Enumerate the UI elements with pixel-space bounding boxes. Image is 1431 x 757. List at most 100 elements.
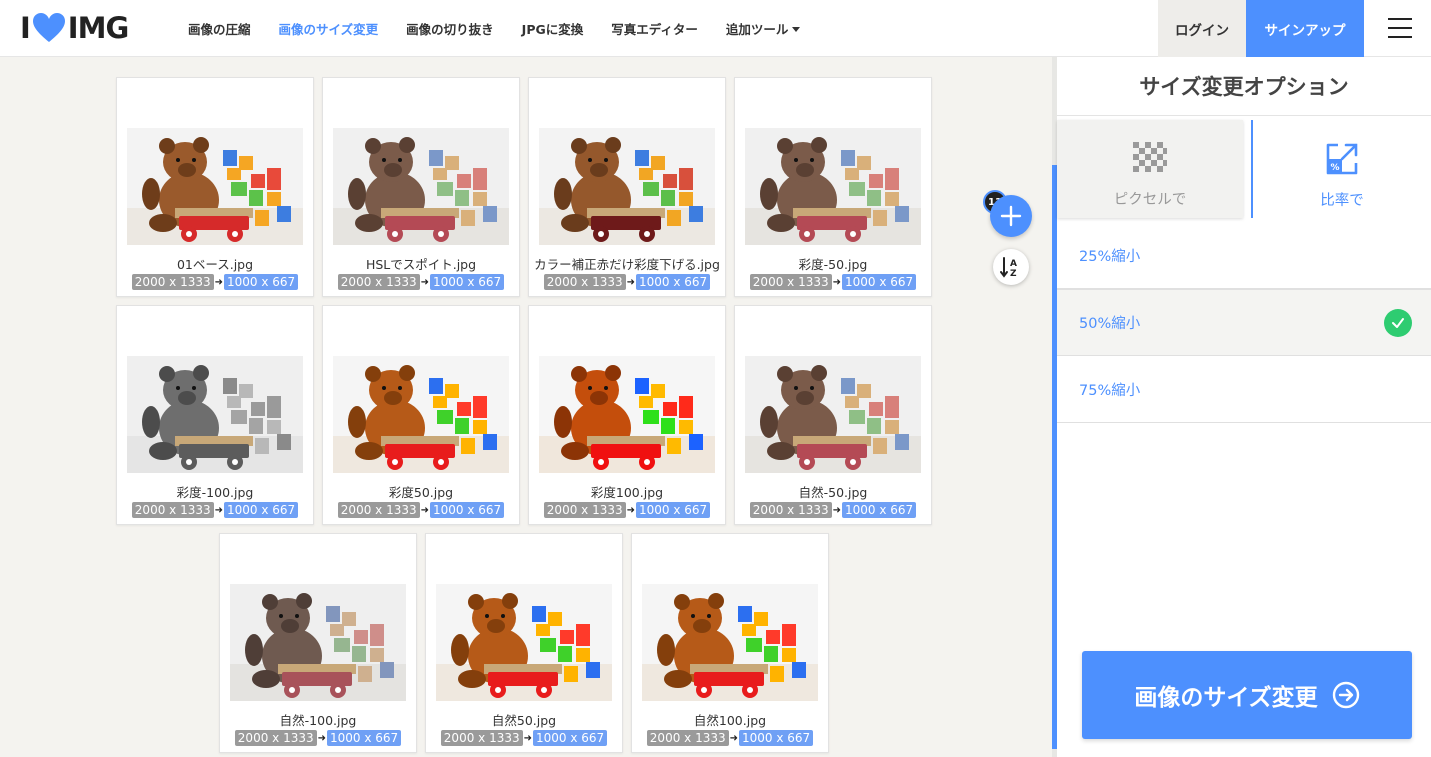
file-name: 自然100.jpg (693, 713, 767, 728)
heart-logo-icon (32, 13, 65, 42)
original-dimensions: 2000 x 1333 (337, 502, 420, 518)
file-card[interactable]: 自然50.jpg 2000 x 1333 ➜ 1000 x 667 (425, 533, 623, 753)
file-card[interactable]: 彩度-50.jpg 2000 x 1333 ➜ 1000 x 667 (734, 77, 932, 297)
new-dimensions: 1000 x 667 (224, 502, 299, 518)
file-name: 彩度50.jpg (388, 485, 454, 500)
new-dimensions: 1000 x 667 (430, 274, 505, 290)
original-dimensions: 2000 x 1333 (131, 502, 214, 518)
file-card[interactable]: 彩度-100.jpg 2000 x 1333 ➜ 1000 x 667 (116, 305, 314, 525)
arrow-right-icon: ➜ (832, 276, 841, 288)
new-dimensions: 1000 x 667 (842, 274, 917, 290)
original-dimensions: 2000 x 1333 (749, 502, 832, 518)
file-card[interactable]: 01ベース.jpg 2000 x 1333 ➜ 1000 x 667 (116, 77, 314, 297)
nav-more-tools[interactable]: 追加ツール (726, 19, 801, 38)
arrow-right-icon: ➜ (729, 732, 738, 744)
arrow-right-circle-icon (1332, 681, 1359, 709)
image-thumbnail (127, 356, 303, 473)
file-name: 彩度100.jpg (590, 485, 664, 500)
checkmark-icon (1384, 309, 1412, 337)
new-dimensions: 1000 x 667 (430, 502, 505, 518)
logo[interactable]: I IMG (20, 11, 129, 45)
sort-az-button[interactable]: A Z (993, 249, 1029, 285)
hamburger-menu-icon[interactable] (1388, 18, 1412, 38)
new-dimensions: 1000 x 667 (636, 274, 711, 290)
image-thumbnail (642, 584, 818, 701)
sort-az-icon: A Z (1000, 257, 1017, 279)
nav-resize[interactable]: 画像のサイズ変更 (279, 19, 379, 38)
new-dimensions: 1000 x 667 (636, 502, 711, 518)
image-thumbnail (333, 128, 509, 245)
new-dimensions: 1000 x 667 (739, 730, 814, 746)
nav-convert-jpg[interactable]: JPGに変換 (522, 19, 584, 38)
nav-crop[interactable]: 画像の切り抜き (406, 19, 494, 38)
file-card[interactable]: 自然100.jpg 2000 x 1333 ➜ 1000 x 667 (631, 533, 829, 753)
mode-by-pixels-label: ピクセルで (1113, 192, 1187, 208)
plus-icon (1000, 205, 1022, 227)
image-thumbnail (745, 128, 921, 245)
original-dimensions: 2000 x 1333 (337, 274, 420, 290)
file-workspace: 11 A Z 01ベース.jpg2000 x 1333➜1000 x 667HS… (0, 57, 1052, 757)
file-card[interactable]: 自然-100.jpg 2000 x 1333 ➜ 1000 x 667 (219, 533, 417, 753)
resize-images-button[interactable]: 画像のサイズ変更 (1082, 651, 1412, 739)
logo-text-right: IMG (67, 11, 129, 45)
dimensions: 2000 x 1333 ➜ 1000 x 667 (529, 274, 725, 290)
arrow-right-icon: ➜ (317, 732, 326, 744)
panel-title: サイズ変更オプション (1057, 57, 1431, 116)
mode-by-percentage[interactable]: % 比率で (1251, 120, 1431, 218)
logo-text-left: I (20, 11, 31, 45)
dimensions: 2000 x 1333 ➜ 1000 x 667 (735, 274, 931, 290)
file-card[interactable]: 自然-50.jpg 2000 x 1333 ➜ 1000 x 667 (734, 305, 932, 525)
file-card[interactable]: HSLでスポイト.jpg 2000 x 1333 ➜ 1000 x 667 (322, 77, 520, 297)
caret-down-icon (792, 27, 801, 32)
original-dimensions: 2000 x 1333 (543, 274, 626, 290)
nav-more-tools-label: 追加ツール (725, 22, 789, 37)
file-card[interactable]: 彩度50.jpg 2000 x 1333 ➜ 1000 x 667 (322, 305, 520, 525)
file-name: HSLでスポイト.jpg (365, 257, 477, 272)
svg-text:Z: Z (1010, 269, 1017, 279)
original-dimensions: 2000 x 1333 (749, 274, 832, 290)
dimensions: 2000 x 1333 ➜ 1000 x 667 (323, 274, 519, 290)
new-dimensions: 1000 x 667 (533, 730, 608, 746)
new-dimensions: 1000 x 667 (842, 502, 917, 518)
arrow-right-icon: ➜ (523, 732, 532, 744)
options-panel: サイズ変更オプション ピクセルで % 比率で 25%縮小 50%縮小 75%縮小… (1057, 57, 1431, 757)
arrow-right-icon: ➜ (420, 504, 429, 516)
original-dimensions: 2000 x 1333 (646, 730, 729, 746)
option-75-label: 75%縮小 (1079, 382, 1141, 399)
arrow-right-icon: ➜ (214, 504, 223, 516)
dimensions: 2000 x 1333 ➜ 1000 x 667 (220, 730, 416, 746)
add-files-button[interactable] (990, 195, 1032, 237)
signup-button[interactable]: サインアップ (1246, 0, 1364, 57)
file-name: 彩度-100.jpg (176, 485, 254, 500)
file-name: 01ベース.jpg (176, 257, 254, 272)
option-75-percent[interactable]: 75%縮小 (1057, 356, 1431, 423)
new-dimensions: 1000 x 667 (224, 274, 299, 290)
option-25-percent[interactable]: 25%縮小 (1057, 222, 1431, 289)
svg-text:A: A (1010, 259, 1017, 269)
dimensions: 2000 x 1333 ➜ 1000 x 667 (323, 502, 519, 518)
dimensions: 2000 x 1333 ➜ 1000 x 667 (117, 274, 313, 290)
dimensions: 2000 x 1333 ➜ 1000 x 667 (632, 730, 828, 746)
file-name: 自然-50.jpg (798, 485, 868, 500)
arrow-right-icon: ➜ (420, 276, 429, 288)
option-50-label: 50%縮小 (1079, 316, 1141, 332)
dimensions: 2000 x 1333 ➜ 1000 x 667 (529, 502, 725, 518)
arrow-right-icon: ➜ (626, 276, 635, 288)
image-thumbnail (539, 128, 715, 245)
original-dimensions: 2000 x 1333 (440, 730, 523, 746)
image-thumbnail (436, 584, 612, 701)
mode-by-pixels[interactable]: ピクセルで (1057, 120, 1243, 218)
file-card[interactable]: カラー補正赤だけ彩度下げる.jpg 2000 x 1333 ➜ 1000 x 667 (528, 77, 726, 297)
original-dimensions: 2000 x 1333 (131, 274, 214, 290)
file-card[interactable]: 彩度100.jpg 2000 x 1333 ➜ 1000 x 667 (528, 305, 726, 525)
percentage-resize-icon: % (1326, 143, 1358, 175)
file-name: 自然-100.jpg (279, 713, 357, 728)
nav-compress[interactable]: 画像の圧縮 (188, 19, 251, 38)
login-button[interactable]: ログイン (1158, 0, 1246, 57)
option-50-percent[interactable]: 50%縮小 (1057, 289, 1431, 356)
nav-photo-editor[interactable]: 写真エディター (611, 19, 698, 38)
main-nav: 画像の圧縮 画像のサイズ変更 画像の切り抜き JPGに変換 写真エディター 追加… (174, 0, 814, 57)
image-thumbnail (230, 584, 406, 701)
mode-by-percentage-label: 比率で (1320, 193, 1364, 209)
dimensions: 2000 x 1333 ➜ 1000 x 667 (426, 730, 622, 746)
